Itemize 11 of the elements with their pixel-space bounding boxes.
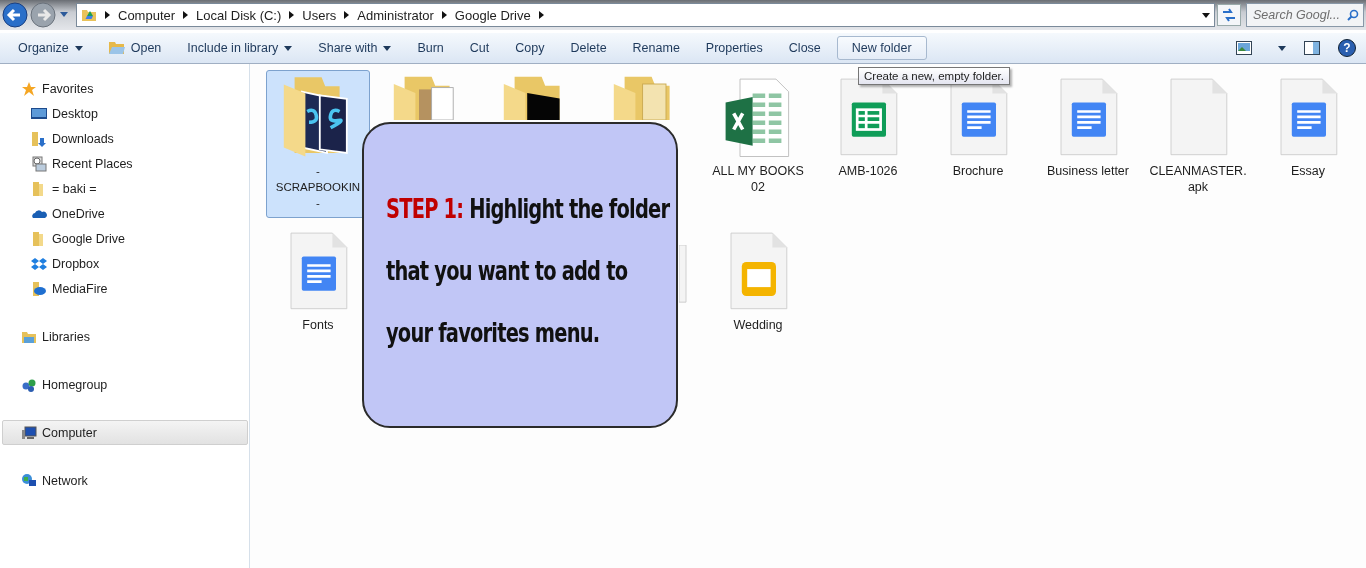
callout-text: STEP 1: Highlight the folder that you want to add to your favorites menu. [386, 192, 671, 350]
file-name: Brochure [952, 163, 1004, 179]
file-name: Wedding [733, 317, 783, 333]
file-name: Essay [1290, 163, 1325, 179]
file-name: - SCRAPBOOKIN - [275, 164, 361, 211]
file-name: CLEANMASTER. apk [1149, 163, 1247, 195]
file-name: ALL MY BOOKS 02 [711, 163, 805, 195]
file-name: Fonts [302, 317, 334, 333]
tooltip: Create a new, empty folder. [858, 67, 1010, 85]
file-name: Business letter [1047, 163, 1129, 179]
file-name: AMB-1026 [838, 163, 898, 179]
